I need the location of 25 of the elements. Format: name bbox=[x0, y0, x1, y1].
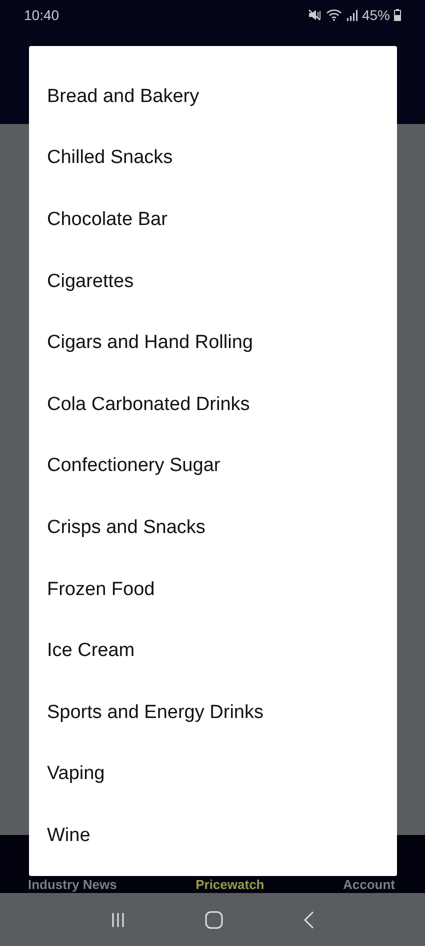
category-option[interactable]: Cola Carbonated Drinks bbox=[29, 374, 397, 436]
nav-tab[interactable]: Industry News bbox=[28, 877, 117, 892]
category-option[interactable]: Bread and Bakery bbox=[29, 66, 397, 128]
category-option[interactable]: Crisps and Snacks bbox=[29, 497, 397, 559]
nav-tab[interactable]: Pricewatch bbox=[196, 877, 264, 892]
category-option[interactable]: Sports and Energy Drinks bbox=[29, 682, 397, 744]
battery-level: 45% bbox=[362, 7, 390, 23]
category-option[interactable]: Cigars and Hand Rolling bbox=[29, 312, 397, 374]
category-option[interactable]: Cigarettes bbox=[29, 250, 397, 312]
wifi-icon bbox=[326, 9, 342, 21]
signal-icon bbox=[346, 9, 358, 21]
category-option[interactable]: Chilled Snacks bbox=[29, 128, 397, 190]
recents-icon[interactable] bbox=[110, 912, 126, 928]
category-option[interactable]: Confectionery Sugar bbox=[29, 436, 397, 498]
category-option[interactable]: Chocolate Bar bbox=[29, 189, 397, 251]
category-option[interactable]: Ice Cream bbox=[29, 620, 397, 682]
mute-icon bbox=[308, 9, 322, 21]
clock: 10:40 bbox=[24, 7, 60, 23]
category-option[interactable]: Vaping bbox=[29, 744, 397, 806]
category-option[interactable]: Frozen Food bbox=[29, 558, 397, 620]
nav-tab[interactable]: Account bbox=[342, 877, 395, 892]
category-option[interactable]: Wine bbox=[29, 805, 397, 867]
back-icon[interactable] bbox=[303, 910, 316, 928]
home-icon[interactable] bbox=[205, 910, 224, 928]
battery-icon bbox=[394, 9, 401, 21]
